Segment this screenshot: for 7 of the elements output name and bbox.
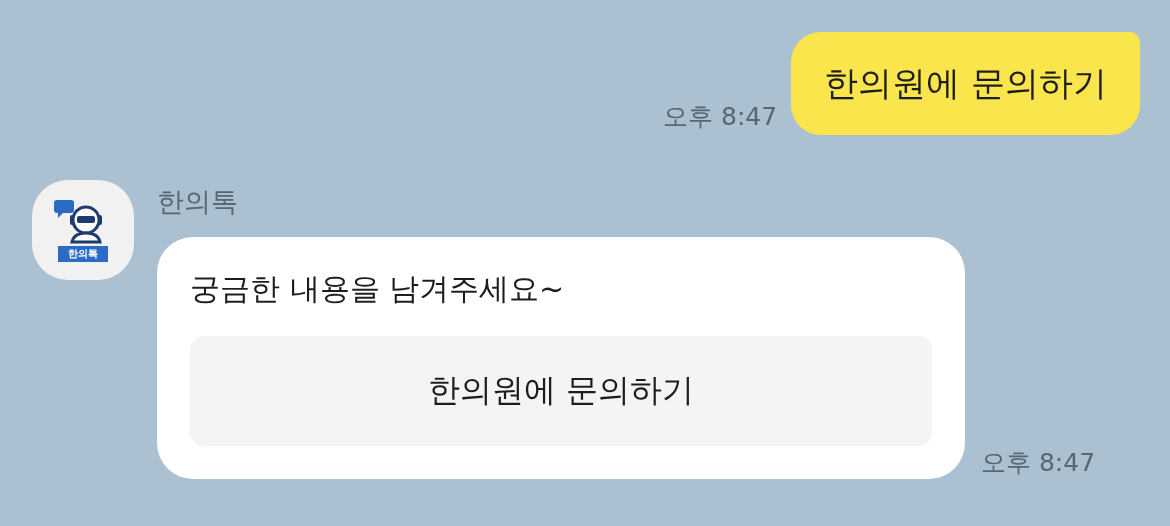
message-text: 궁금한 내용을 남겨주세요~ <box>190 270 566 308</box>
message-bubble: 한의원에 문의하기 <box>791 32 1140 135</box>
sender-name: 한의톡 <box>157 185 239 219</box>
message-time: 오후 8:47 <box>981 447 1096 479</box>
inquiry-button[interactable]: 한의원에 문의하기 <box>190 336 932 446</box>
logo-label: 한의톡 <box>58 246 108 262</box>
message-time: 오후 8:47 <box>663 101 778 133</box>
